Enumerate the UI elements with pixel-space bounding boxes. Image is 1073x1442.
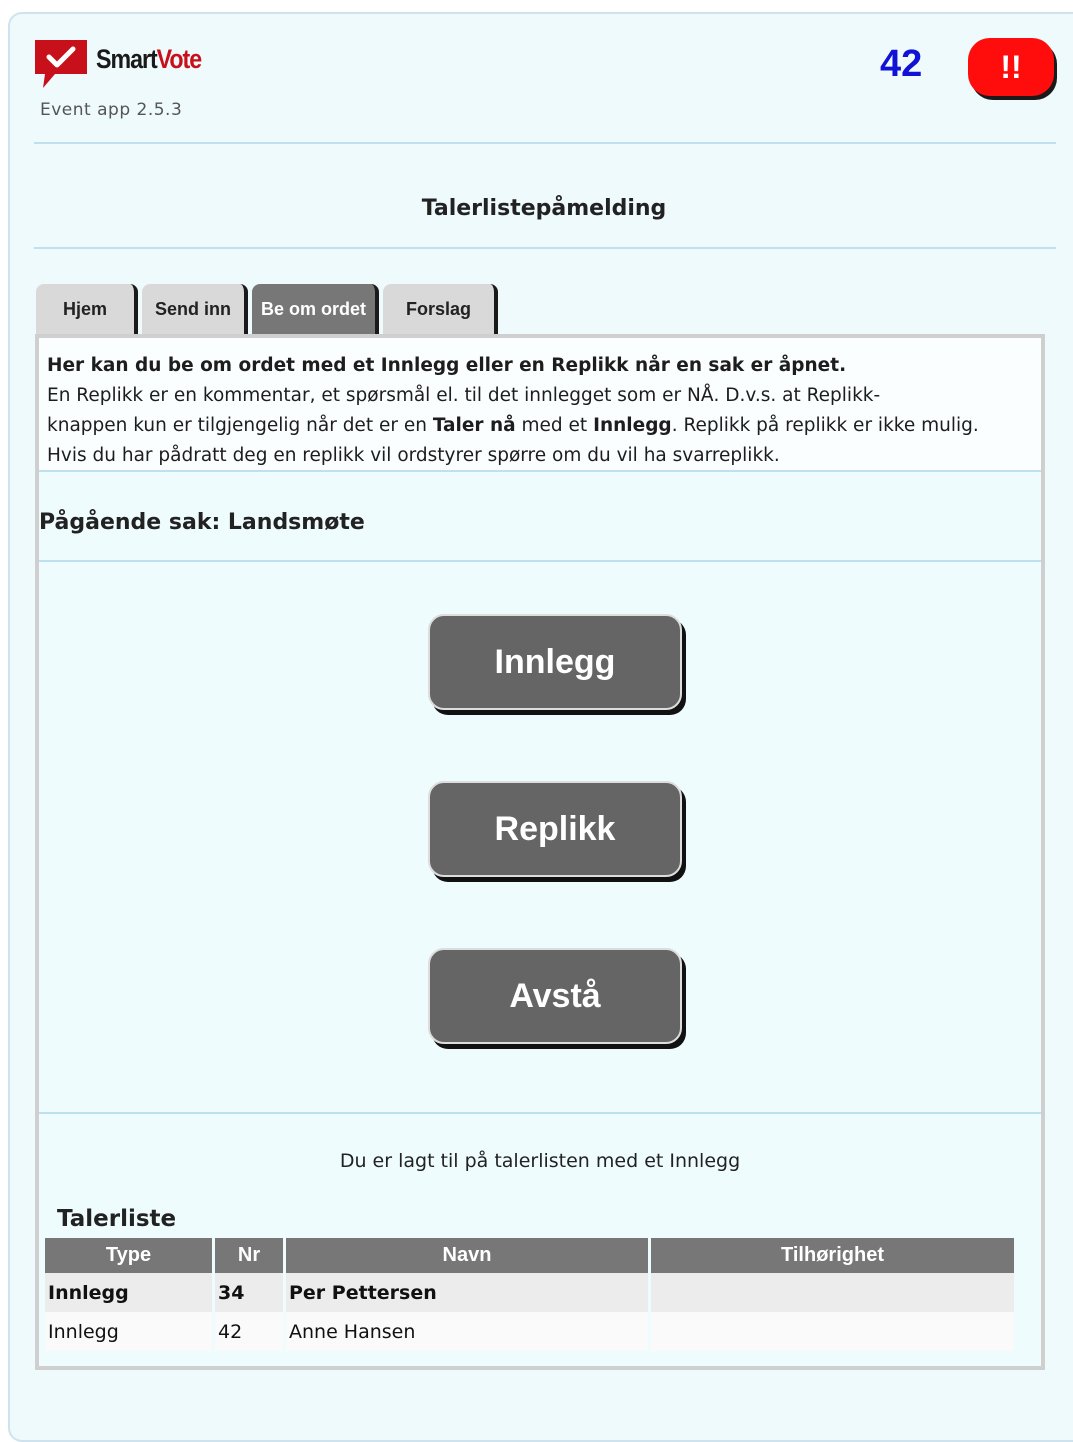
column-header-tilhorighet: Tilhørighet (651, 1238, 1014, 1273)
tab-hjem[interactable]: Hjem (36, 284, 138, 334)
info-line-1: Her kan du be om ordet med et Innlegg el… (47, 355, 847, 376)
status-message: Du er lagt til på talerlisten med et Inn… (339, 1150, 741, 1172)
cell-type: Innlegg (45, 1312, 212, 1351)
section-divider (39, 1112, 1041, 1114)
main-panel: Her kan du be om ordet med et Innlegg el… (35, 334, 1045, 1370)
section-divider (39, 560, 1041, 562)
page-title: Talerlistepåmelding (421, 196, 667, 221)
replikk-button[interactable]: Replikk (428, 781, 682, 877)
info-line-4: Hvis du har pådratt deg en replikk vil o… (47, 445, 780, 466)
cell-nr: 34 (215, 1273, 283, 1312)
column-header-navn: Navn (286, 1238, 648, 1273)
talerliste-title: Talerliste (57, 1206, 177, 1232)
smartvote-logo-icon (35, 40, 87, 88)
table-row: Innlegg 34 Per Pettersen (45, 1273, 1014, 1312)
brand-name: SmartVote (96, 44, 202, 74)
avsta-button[interactable]: Avstå (428, 948, 682, 1044)
talerliste-table: Type Nr Navn Tilhørighet Innlegg 34 Per … (42, 1238, 1017, 1351)
alert-button[interactable]: !! (968, 38, 1054, 96)
cell-navn: Anne Hansen (286, 1312, 648, 1351)
table-row: Innlegg 42 Anne Hansen (45, 1312, 1014, 1351)
info-line-2: En Replikk er en kommentar, et spørsmål … (47, 385, 881, 406)
cell-navn: Per Pettersen (286, 1273, 648, 1312)
header-divider (34, 142, 1056, 144)
innlegg-button[interactable]: Innlegg (428, 614, 682, 710)
info-line-3: knappen kun er tilgjengelig når det er e… (47, 415, 979, 436)
cell-tilhorighet (651, 1312, 1014, 1351)
cell-tilhorighet (651, 1273, 1014, 1312)
table-header-row: Type Nr Navn Tilhørighet (45, 1238, 1014, 1273)
column-header-type: Type (45, 1238, 212, 1273)
cell-nr: 42 (215, 1312, 283, 1351)
cell-type: Innlegg (45, 1273, 212, 1312)
tab-be-om-ordet[interactable]: Be om ordet (252, 284, 379, 334)
column-header-nr: Nr (215, 1238, 283, 1273)
current-item-heading: Pågående sak: Landsmøte (39, 510, 365, 535)
app-version: Event app 2.5.3 (40, 100, 183, 120)
info-text: Her kan du be om ordet med et Innlegg el… (39, 338, 1041, 472)
participant-number: 42 (880, 43, 923, 85)
title-divider (34, 247, 1056, 249)
tab-send-inn[interactable]: Send inn (142, 284, 248, 334)
tab-forslag[interactable]: Forslag (383, 284, 498, 334)
